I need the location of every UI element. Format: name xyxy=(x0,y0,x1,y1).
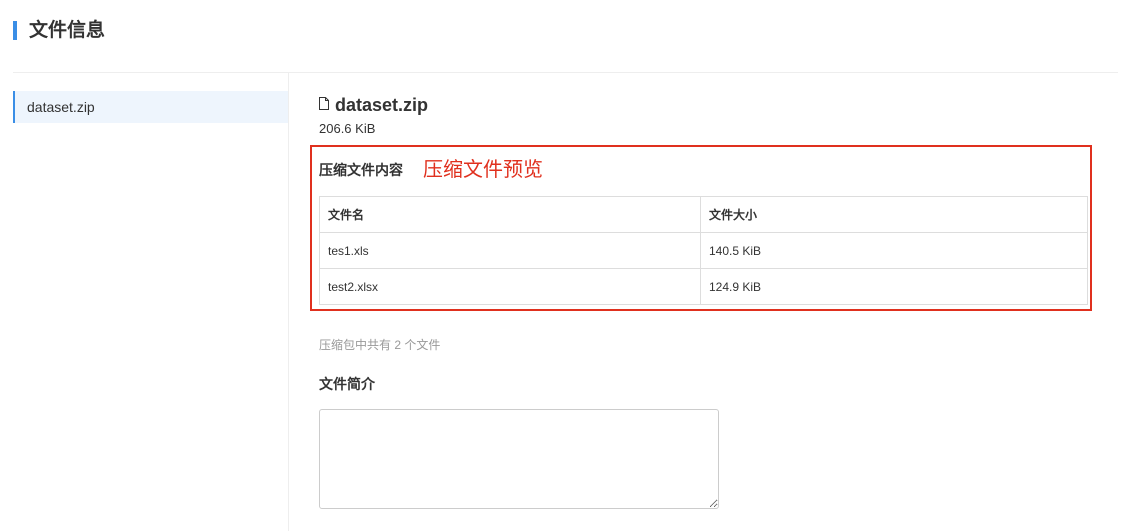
archive-contents-title: 压缩文件内容 xyxy=(319,162,403,178)
cell-filesize: 124.9 KiB xyxy=(700,268,1088,305)
column-header-filename: 文件名 xyxy=(319,196,701,233)
column-header-filesize: 文件大小 xyxy=(700,196,1088,233)
file-name: dataset.zip xyxy=(335,95,429,115)
preview-annotation: 压缩文件预览 xyxy=(423,159,543,181)
table-row: tes1.xls 140.5 KiB xyxy=(319,232,1088,269)
cell-filename: tes1.xls xyxy=(319,232,701,269)
description-title: 文件简介 xyxy=(319,376,375,392)
table-row: test2.xlsx 124.9 KiB xyxy=(319,268,1088,305)
archive-contents-table: 文件名 文件大小 tes1.xls 140.5 KiB test2.xlsx 1… xyxy=(319,196,1088,305)
description-textarea[interactable] xyxy=(319,409,719,509)
file-size: 206.6 KiB xyxy=(319,121,376,136)
archive-file-count: 压缩包中共有 2 个文件 xyxy=(319,338,441,352)
cell-filename: test2.xlsx xyxy=(319,268,701,305)
sidebar: dataset.zip xyxy=(13,73,289,531)
cell-filesize: 140.5 KiB xyxy=(700,232,1088,269)
page-title: 文件信息 xyxy=(29,20,106,41)
file-icon xyxy=(319,97,329,110)
sidebar-item-label: dataset.zip xyxy=(27,99,95,115)
sidebar-item-dataset-zip[interactable]: dataset.zip xyxy=(13,91,288,123)
table-header-row: 文件名 文件大小 xyxy=(319,196,1088,233)
header-accent-bar xyxy=(13,21,17,40)
